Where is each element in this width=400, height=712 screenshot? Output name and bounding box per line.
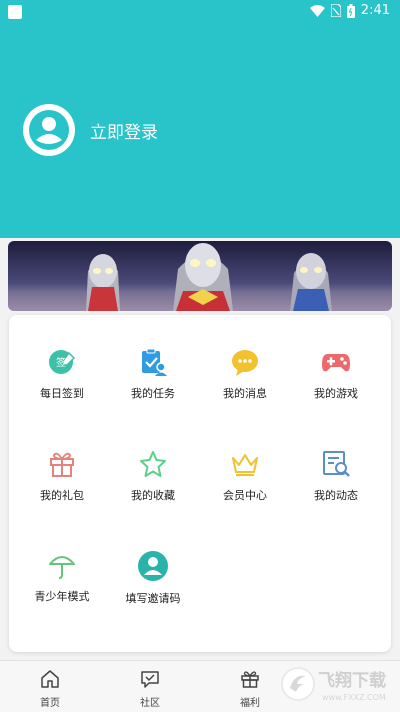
clock: 2:41	[360, 3, 390, 18]
user-icon	[29, 110, 69, 150]
menu-item-my-games[interactable]: 我的游戏	[291, 347, 381, 401]
invite-icon	[138, 551, 168, 581]
tab-home[interactable]: 首页	[20, 669, 80, 709]
menu-item-label: 我的动态	[314, 489, 358, 502]
umbrella-icon	[49, 556, 75, 579]
menu-item-my-favorites[interactable]: 我的收藏	[108, 449, 198, 503]
profile-header: 立即登录	[0, 24, 400, 238]
menu-item-label: 会员中心	[223, 489, 267, 502]
gift-icon	[241, 671, 259, 688]
tab-community[interactable]: 社区	[120, 669, 180, 709]
menu-item-label: 我的游戏	[314, 387, 358, 400]
menu-item-my-tasks[interactable]: 我的任务	[108, 347, 198, 401]
menu-item-enter-invite-code[interactable]: 填写邀请码	[108, 550, 198, 606]
crown-icon	[232, 454, 258, 476]
menu-item-label: 青少年模式	[34, 590, 90, 603]
wifi-icon	[309, 4, 325, 17]
message-icon	[232, 350, 258, 376]
svg-text:飞翔下载: 飞翔下载	[318, 670, 386, 691]
home-icon	[41, 670, 59, 688]
sim-icon	[330, 4, 341, 17]
sign-in-icon: 签	[49, 350, 76, 374]
status-bar: 2:41	[0, 0, 400, 24]
community-icon	[141, 671, 159, 688]
notification-icon	[8, 5, 22, 19]
menu-item-my-messages[interactable]: 我的消息	[200, 347, 290, 401]
promo-banner[interactable]	[8, 241, 392, 311]
svg-text:签: 签	[56, 356, 66, 369]
menu-item-label: 每日签到	[40, 387, 84, 400]
menu-item-my-feed[interactable]: 我的动态	[291, 449, 381, 503]
menu-item-member-center[interactable]: 会员中心	[200, 449, 290, 503]
menu-item-daily-sign-in[interactable]: 签 每日签到	[17, 347, 107, 401]
tab-label: 社区	[140, 698, 160, 709]
menu-item-label: 填写邀请码	[125, 592, 181, 605]
menu-item-my-gift-packs[interactable]: 我的礼包	[17, 449, 107, 503]
tab-label: 首页	[40, 698, 60, 709]
svg-text:www.FXXZ.COM: www.FXXZ.COM	[322, 693, 386, 702]
watermark-logo: 飞翔下载 www.FXXZ.COM	[281, 667, 386, 702]
gift-icon	[50, 452, 74, 477]
task-icon	[142, 348, 167, 376]
avatar[interactable]	[23, 104, 75, 156]
news-icon	[323, 451, 350, 477]
menu-item-label: 我的消息	[223, 387, 267, 400]
tab-welfare[interactable]: 福利	[220, 669, 280, 709]
menu-item-label: 我的收藏	[131, 489, 175, 502]
tab-label: 福利	[240, 698, 260, 709]
watermark: 飞翔下载 www.FXXZ.COM	[278, 662, 394, 706]
star-icon	[140, 451, 166, 477]
menu-item-label: 我的任务	[131, 387, 175, 400]
battery-icon	[346, 3, 355, 18]
login-link[interactable]: 立即登录	[90, 118, 158, 143]
menu-card: 签 每日签到 我的任务 我的消息 我的游戏 我的礼包 我的收藏 会员中心 我的动…	[9, 315, 391, 652]
gamepad-icon	[322, 354, 350, 372]
menu-item-label: 我的礼包	[40, 489, 84, 502]
menu-item-teen-mode[interactable]: 青少年模式	[17, 550, 107, 604]
banner-image	[8, 241, 392, 311]
